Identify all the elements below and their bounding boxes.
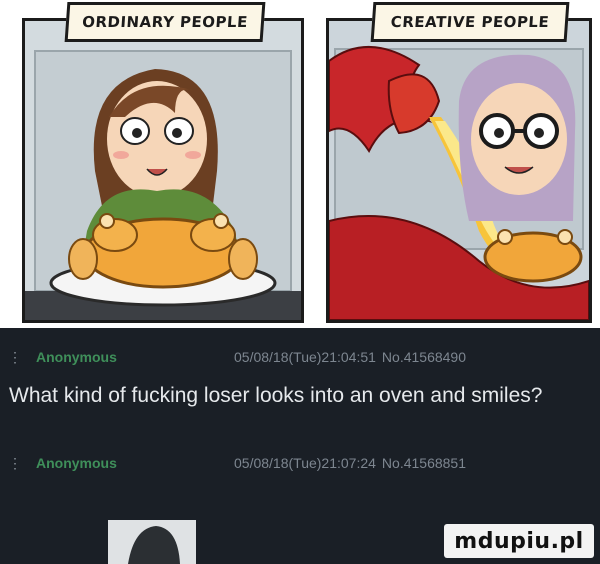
post-header: ⋮ Anonymous 05/08/18(Tue)21:07:24 No.415… [8,453,600,473]
post-datetime: 05/08/18(Tue)21:04:51 [234,349,376,365]
left-caption: ORDINARY PEOPLE [64,2,266,42]
creative-scene-illustration [329,21,589,320]
post-select-checkbox[interactable]: ⋮ [8,455,22,472]
comic-image: ORDINARY PEOPLE CREATIVE PEOPLE [0,0,600,328]
creative-people-panel [326,18,592,323]
post-number-link[interactable]: No.41568851 [382,455,466,471]
post-header: ⋮ Anonymous 05/08/18(Tue)21:04:51 No.415… [8,347,600,367]
poster-name: Anonymous [36,349,117,365]
post-image-thumbnail[interactable] [108,520,196,564]
ordinary-people-panel [22,18,304,323]
thread-post-area: ⋮ Anonymous 05/08/18(Tue)21:04:51 No.415… [0,328,600,564]
ordinary-scene-illustration [25,21,301,320]
site-watermark: mdupiu.pl [444,524,594,558]
post-datetime: 05/08/18(Tue)21:07:24 [234,455,376,471]
post-message: What kind of fucking loser looks into an… [9,384,543,407]
post-select-checkbox[interactable]: ⋮ [8,349,22,366]
poster-name: Anonymous [36,455,117,471]
thumbnail-figure [108,520,196,564]
right-caption: CREATIVE PEOPLE [370,2,570,42]
post-number-link[interactable]: No.41568490 [382,349,466,365]
